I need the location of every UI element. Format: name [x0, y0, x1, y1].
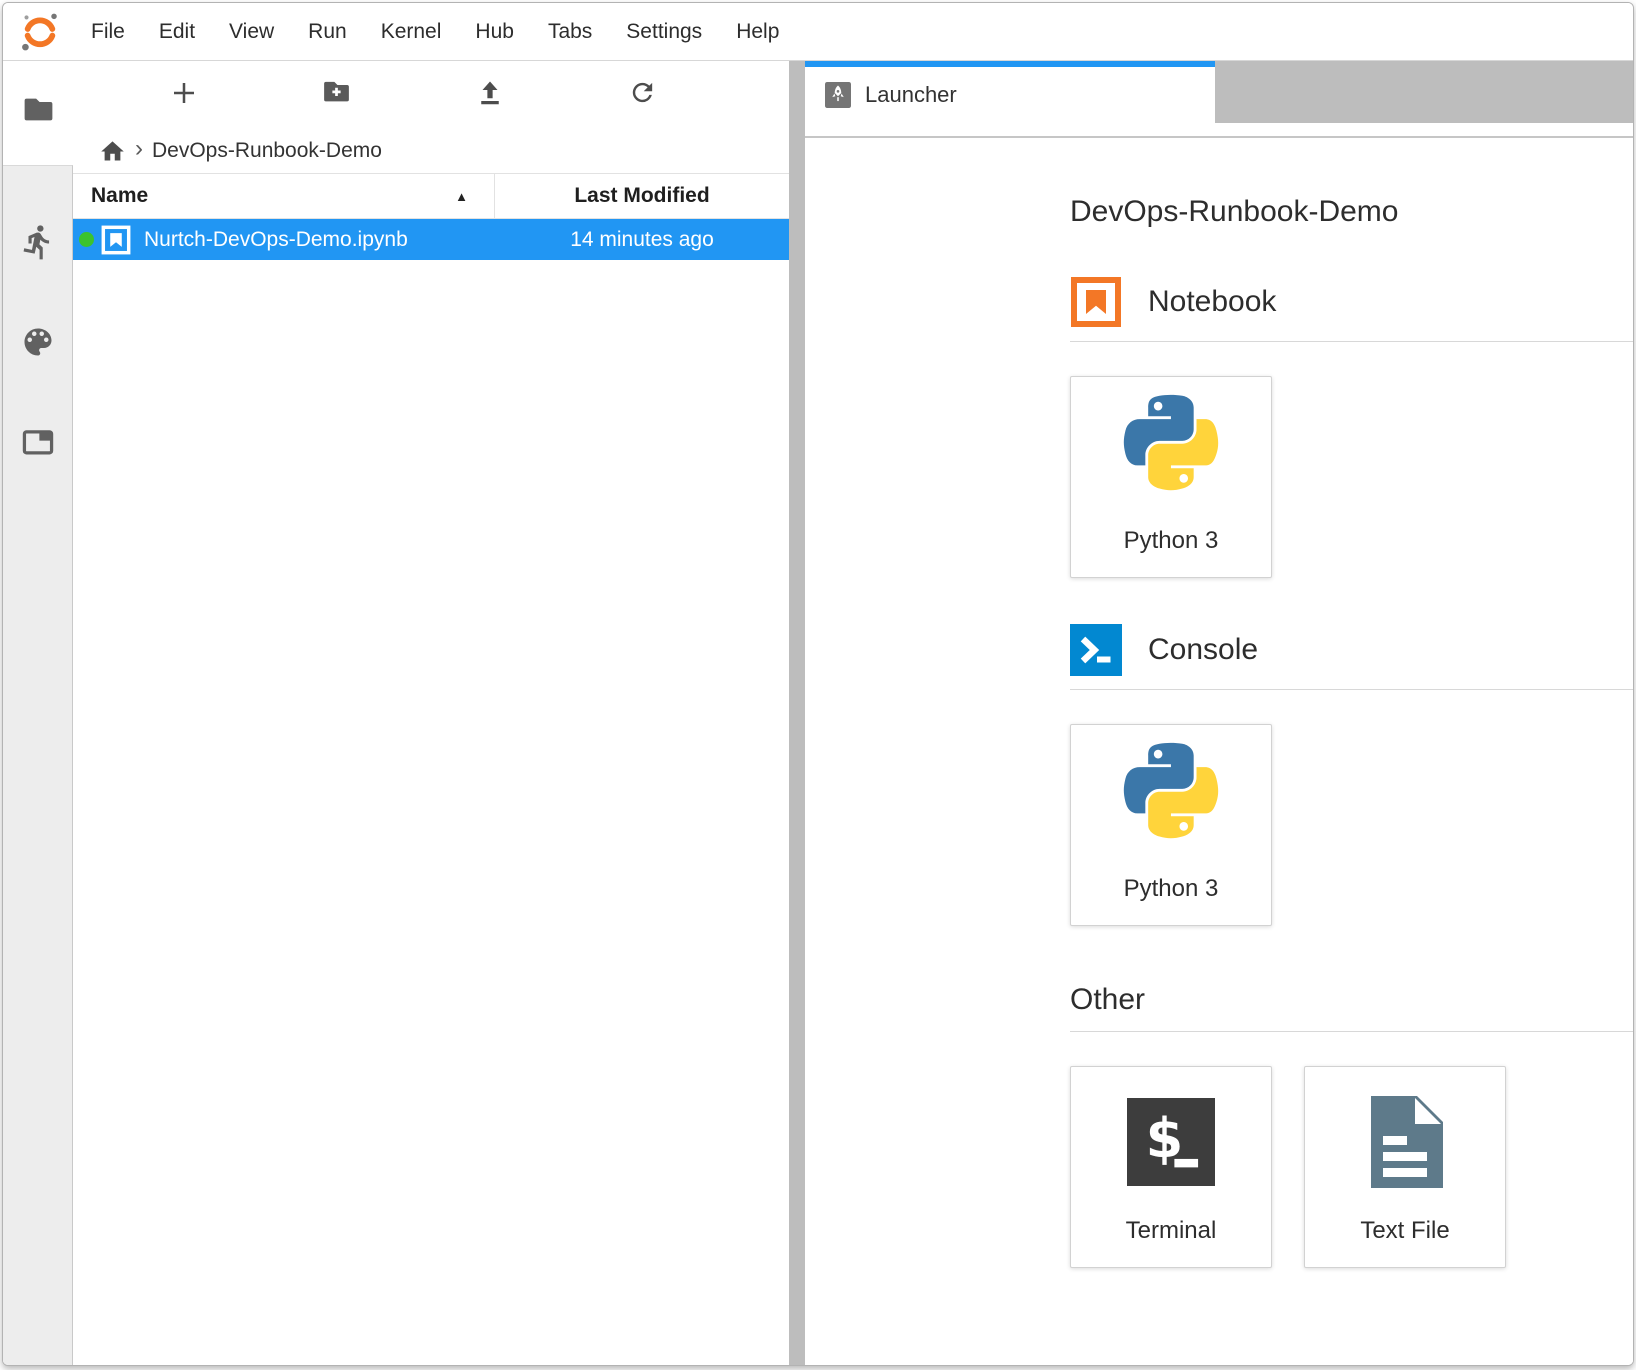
python-icon [1071, 377, 1271, 527]
notebook-icon [1070, 276, 1122, 328]
launcher-panel: DevOps-Runbook-Demo Notebook Python 3 [805, 138, 1633, 1365]
launcher-section-console: Console [1070, 624, 1633, 676]
launcher-cwd-title: DevOps-Runbook-Demo [1070, 194, 1633, 230]
section-label-notebook: Notebook [1148, 285, 1276, 319]
text-file-icon [1305, 1067, 1505, 1217]
launcher-section-other: Other [1070, 982, 1633, 1018]
breadcrumb-separator: › [135, 135, 143, 163]
kernel-running-dot [79, 232, 94, 247]
file-modified-time: 14 minutes ago [495, 228, 789, 252]
launcher-card-terminal[interactable]: Terminal [1070, 1066, 1272, 1268]
main-dock-panel: Launcher DevOps-Runbook-Demo Notebook [805, 61, 1633, 1365]
launcher-card-text-file[interactable]: Text File [1304, 1066, 1506, 1268]
new-folder-icon [320, 76, 353, 114]
launcher-section-notebook: Notebook [1070, 276, 1633, 328]
palette-icon [20, 324, 56, 365]
console-icon [1070, 624, 1122, 676]
terminal-icon [1071, 1067, 1271, 1217]
breadcrumb: › DevOps-Runbook-Demo [73, 129, 789, 173]
card-label: Python 3 [1124, 875, 1219, 903]
menu-edit[interactable]: Edit [142, 3, 212, 61]
refresh-button[interactable] [566, 61, 719, 129]
menu-tabs[interactable]: Tabs [531, 3, 609, 61]
dock-gap [805, 123, 1633, 136]
home-icon[interactable] [99, 138, 126, 165]
name-column-label: Name [91, 184, 148, 208]
panel-splitter[interactable] [789, 61, 805, 1365]
launcher-rocket-icon [825, 82, 851, 108]
menu-file[interactable]: File [74, 3, 142, 61]
breadcrumb-folder[interactable]: DevOps-Runbook-Demo [152, 139, 382, 163]
sidebar-tab-open-tabs[interactable] [3, 394, 72, 494]
running-man-icon [19, 223, 57, 266]
column-header-name[interactable]: Name ▲ [73, 174, 495, 218]
folder-icon [20, 92, 57, 134]
jupyterlab-window: File Edit View Run Kernel Hub Tabs Setti… [2, 2, 1634, 1366]
upload-icon [475, 78, 505, 113]
tab-launcher[interactable]: Launcher [805, 61, 1215, 123]
menu-view[interactable]: View [212, 3, 291, 61]
launcher-card-python3-notebook[interactable]: Python 3 [1070, 376, 1272, 578]
menu-run[interactable]: Run [291, 3, 364, 61]
file-list-empty-area[interactable] [73, 260, 789, 1365]
sidebar-tab-commands[interactable] [3, 294, 72, 394]
python-icon [1071, 725, 1271, 875]
sort-ascending-icon: ▲ [455, 189, 468, 204]
sidebar-tab-filebrowser[interactable] [3, 61, 74, 165]
section-label-console: Console [1148, 633, 1258, 667]
file-browser-toolbar [107, 61, 719, 129]
refresh-icon [628, 78, 657, 112]
section-label-other: Other [1070, 983, 1145, 1017]
tabs-icon [19, 423, 57, 466]
sidebar-tab-running[interactable] [3, 194, 72, 294]
menu-bar: File Edit View Run Kernel Hub Tabs Setti… [3, 3, 1633, 61]
menu-kernel[interactable]: Kernel [364, 3, 459, 61]
section-divider [1070, 689, 1633, 690]
activity-bar-rest [3, 165, 73, 1365]
section-divider [1070, 1031, 1633, 1032]
section-divider [1070, 341, 1633, 342]
card-label: Terminal [1126, 1217, 1217, 1245]
plus-icon [168, 77, 200, 114]
file-row-selected[interactable]: Nurtch-DevOps-Demo.ipynb 14 minutes ago [73, 219, 789, 260]
file-list-header: Name ▲ Last Modified [73, 173, 789, 219]
file-browser-panel: › DevOps-Runbook-Demo Name ▲ Last Modifi… [73, 61, 789, 1365]
column-header-modified[interactable]: Last Modified [495, 184, 789, 208]
new-folder-button[interactable] [260, 61, 413, 129]
file-name: Nurtch-DevOps-Demo.ipynb [144, 228, 495, 252]
card-label: Python 3 [1124, 527, 1219, 555]
card-label: Text File [1360, 1217, 1449, 1245]
dock-tab-bar: Launcher [805, 61, 1633, 123]
menu-items: File Edit View Run Kernel Hub Tabs Setti… [74, 3, 796, 61]
menu-help[interactable]: Help [719, 3, 796, 61]
left-activity-bar [3, 61, 73, 1365]
upload-button[interactable] [413, 61, 566, 129]
notebook-file-icon [101, 225, 131, 255]
new-launcher-button[interactable] [107, 61, 260, 129]
jupyter-logo-icon [17, 10, 63, 54]
menu-settings[interactable]: Settings [609, 3, 719, 61]
menu-hub[interactable]: Hub [458, 3, 531, 61]
tab-launcher-label: Launcher [865, 82, 957, 108]
launcher-card-python3-console[interactable]: Python 3 [1070, 724, 1272, 926]
